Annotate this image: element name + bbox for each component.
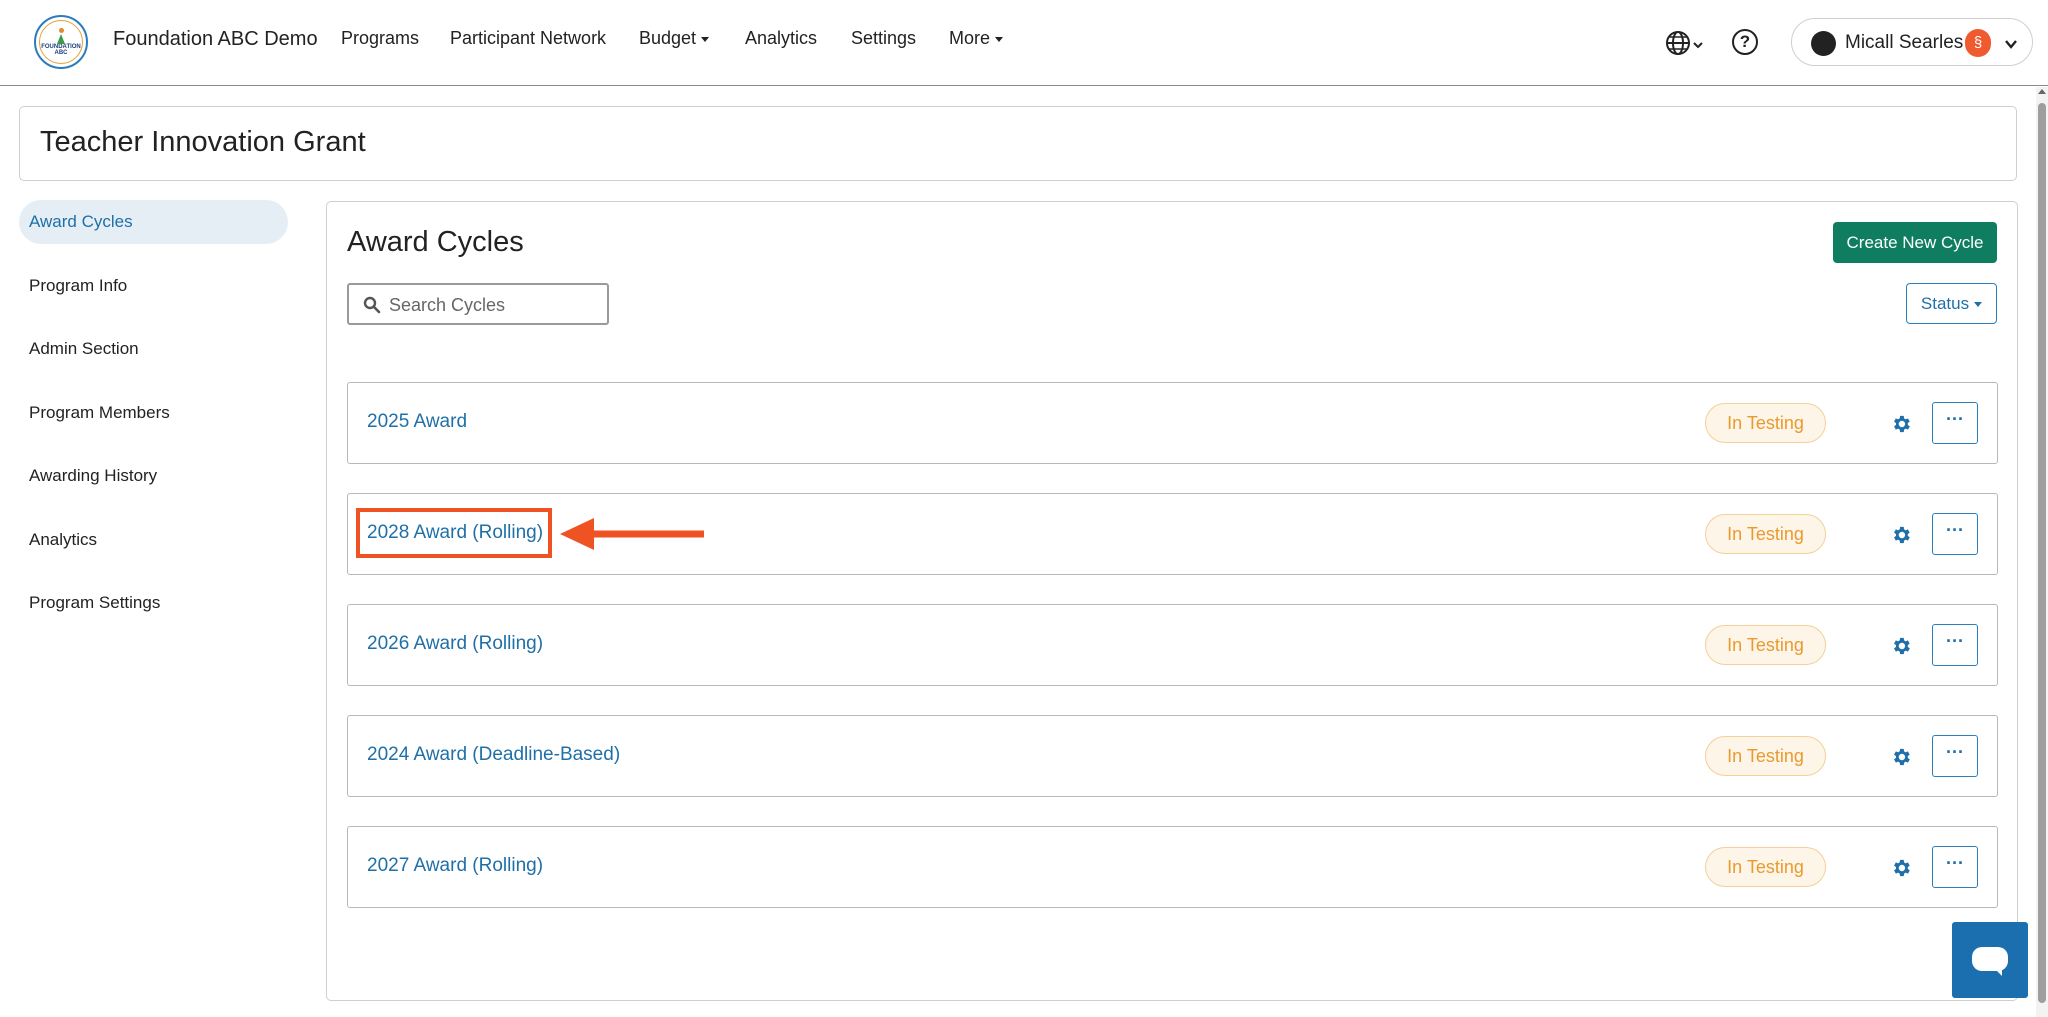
nav-participant-network[interactable]: Participant Network xyxy=(450,28,606,49)
award-cycles-panel: Award Cycles Create New Cycle Status 202… xyxy=(326,201,2018,1001)
user-menu-button[interactable]: Micall Searles § xyxy=(1791,18,2033,66)
sidebar-item-analytics[interactable]: Analytics xyxy=(19,518,288,562)
search-box xyxy=(347,283,609,325)
nav-programs[interactable]: Programs xyxy=(341,28,419,49)
chevron-down-icon xyxy=(2005,40,2017,49)
top-navbar: FOUNDATION ABC Foundation ABC Demo Progr… xyxy=(0,0,2048,86)
chevron-down-icon[interactable] xyxy=(1693,40,1703,50)
search-input[interactable] xyxy=(389,291,599,319)
nav-analytics-label: Analytics xyxy=(745,28,818,48)
gear-icon[interactable] xyxy=(1890,413,1912,435)
help-glyph: ? xyxy=(1739,32,1751,51)
cycle-card: 2026 Award (Rolling) In Testing ··· xyxy=(347,604,1998,686)
brand-name[interactable]: Foundation ABC Demo xyxy=(113,28,318,51)
nav-more-label: More xyxy=(949,28,991,48)
status-badge: In Testing xyxy=(1705,403,1826,443)
globe-icon[interactable] xyxy=(1664,29,1692,57)
user-name: Micall Searles xyxy=(1845,32,1964,53)
chat-bubble-tail xyxy=(1992,966,2002,976)
caret-down-icon xyxy=(995,37,1004,42)
more-options-button[interactable]: ··· xyxy=(1932,513,1978,555)
sidebar-item-program-settings[interactable]: Program Settings xyxy=(19,581,288,625)
cycle-link[interactable]: 2026 Award (Rolling) xyxy=(367,633,543,655)
gear-icon[interactable] xyxy=(1890,746,1912,768)
scroll-up-arrow-icon[interactable] xyxy=(2038,89,2046,94)
cycle-card: 2024 Award (Deadline-Based) In Testing ·… xyxy=(347,715,1998,797)
section-title: Award Cycles xyxy=(347,226,524,258)
annotation-arrow-icon xyxy=(560,518,704,550)
caret-down-icon xyxy=(701,37,710,42)
cycle-card: 2027 Award (Rolling) In Testing ··· xyxy=(347,826,1998,908)
more-options-button[interactable]: ··· xyxy=(1932,846,1978,888)
nav-participant-network-label: Participant Network xyxy=(450,28,607,48)
gear-icon[interactable] xyxy=(1890,857,1912,879)
nav-settings[interactable]: Settings xyxy=(851,28,916,49)
status-badge: In Testing xyxy=(1705,847,1826,887)
more-options-button[interactable]: ··· xyxy=(1932,624,1978,666)
sidebar-item-program-members[interactable]: Program Members xyxy=(19,391,288,435)
status-badge: In Testing xyxy=(1705,514,1826,554)
sidebar-item-admin-section[interactable]: Admin Section xyxy=(19,327,288,371)
chat-launcher-button[interactable] xyxy=(1952,922,2028,998)
status-badge: In Testing xyxy=(1705,625,1826,665)
scrollbar-thumb[interactable] xyxy=(2038,103,2046,1003)
logo-figure-icon xyxy=(56,28,66,44)
cycle-card: 2025 Award In Testing ··· xyxy=(347,382,1998,464)
annotation-highlight-box xyxy=(356,508,552,558)
status-filter-dropdown[interactable]: Status xyxy=(1906,283,1997,324)
nav-programs-label: Programs xyxy=(341,28,420,48)
more-options-button[interactable]: ··· xyxy=(1932,402,1978,444)
cycle-link[interactable]: 2027 Award (Rolling) xyxy=(367,855,543,877)
chat-bubble-icon xyxy=(1972,947,2008,971)
status-badge: In Testing xyxy=(1705,736,1826,776)
status-filter-label: Status xyxy=(1920,293,1970,313)
create-new-cycle-button[interactable]: Create New Cycle xyxy=(1833,222,1997,263)
cycle-link[interactable]: 2024 Award (Deadline-Based) xyxy=(367,744,620,766)
logo-text-line2: ABC xyxy=(54,50,68,56)
gear-icon[interactable] xyxy=(1890,635,1912,657)
nav-budget[interactable]: Budget xyxy=(639,28,710,49)
page-scrollbar[interactable] xyxy=(2036,87,2048,1017)
sidebar-item-award-cycles[interactable]: Award Cycles xyxy=(19,200,288,244)
nav-settings-label: Settings xyxy=(851,28,917,48)
user-badge-icon: § xyxy=(1965,29,1991,57)
logo-mark: FOUNDATION ABC xyxy=(39,20,83,64)
cycle-link[interactable]: 2025 Award xyxy=(367,411,467,433)
caret-down-icon xyxy=(1974,302,1983,307)
gear-icon[interactable] xyxy=(1890,524,1912,546)
avatar xyxy=(1811,31,1836,56)
more-options-button[interactable]: ··· xyxy=(1932,735,1978,777)
help-icon[interactable]: ? xyxy=(1732,29,1758,55)
program-header: Teacher Innovation Grant xyxy=(19,106,2017,181)
search-icon xyxy=(363,296,381,314)
sidebar-item-awarding-history[interactable]: Awarding History xyxy=(19,454,288,498)
foundation-logo[interactable]: FOUNDATION ABC xyxy=(34,15,88,69)
nav-budget-label: Budget xyxy=(639,28,697,48)
nav-analytics[interactable]: Analytics xyxy=(745,28,817,49)
sidebar-item-program-info[interactable]: Program Info xyxy=(19,264,288,308)
nav-more[interactable]: More xyxy=(949,28,1004,49)
page-title: Teacher Innovation Grant xyxy=(40,126,366,158)
